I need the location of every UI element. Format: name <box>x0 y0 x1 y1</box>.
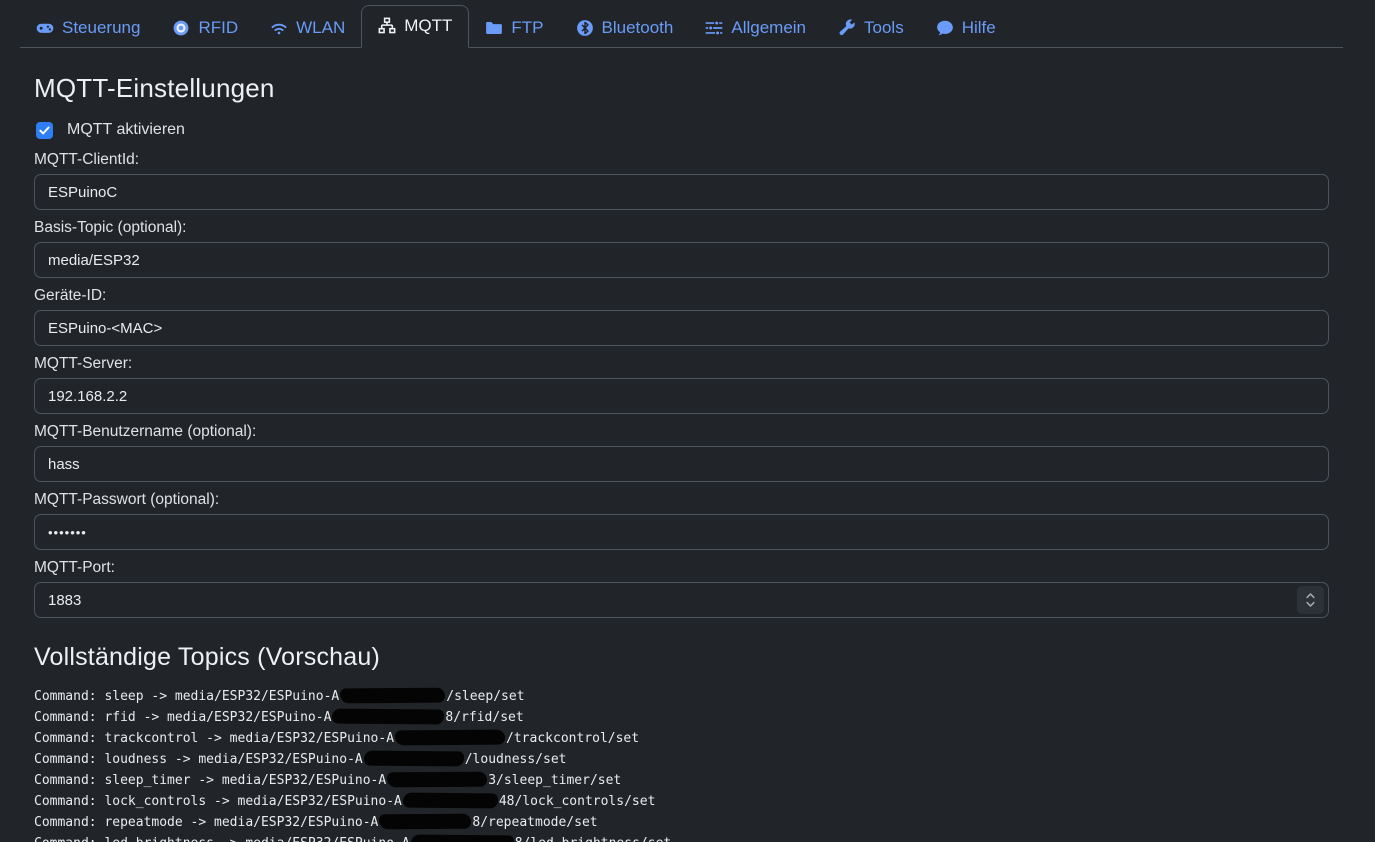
redaction-mark <box>379 813 471 829</box>
tab-mqtt-link[interactable]: MQTT <box>361 5 469 48</box>
passwort-input[interactable] <box>34 514 1329 550</box>
field-port: MQTT-Port: <box>34 559 1329 618</box>
field-basistopic: Basis-Topic (optional): <box>34 219 1329 278</box>
tab-label: Allgemein <box>731 18 806 38</box>
redaction-mark <box>387 771 487 787</box>
topics-preview-block: Command: sleep -> media/ESP32/ESPuino-A/… <box>34 686 1329 842</box>
tab-label: MQTT <box>404 16 452 36</box>
redaction-mark <box>364 750 464 766</box>
mqtt-enable-checkbox[interactable] <box>36 122 53 139</box>
tab-allgemein-link[interactable]: Allgemein <box>689 9 822 47</box>
redaction-mark <box>332 708 444 724</box>
main-nav: Steuerung RFID WLAN <box>20 0 1343 48</box>
tab-label: Hilfe <box>962 18 996 38</box>
spinner-chevrons-icon <box>1305 591 1316 609</box>
tab-label: Steuerung <box>62 18 140 38</box>
port-label: MQTT-Port: <box>34 559 1329 577</box>
server-input[interactable] <box>34 378 1329 414</box>
field-server: MQTT-Server: <box>34 355 1329 414</box>
tab-hilfe: Hilfe <box>920 9 1012 47</box>
wrench-icon <box>838 19 856 37</box>
check-icon <box>39 125 50 136</box>
tab-mqtt: MQTT <box>361 5 469 47</box>
tab-tools: Tools <box>822 9 920 47</box>
benutzername-input[interactable] <box>34 446 1329 482</box>
redaction-mark <box>403 792 498 808</box>
field-geraeteid: Geräte-ID: <box>34 287 1329 346</box>
tab-wlan-link[interactable]: WLAN <box>254 9 361 47</box>
topics-preview-title: Vollständige Topics (Vorschau) <box>34 643 1329 672</box>
port-input[interactable] <box>34 582 1329 618</box>
redaction-mark <box>340 687 445 703</box>
topic-line: Command: led_brightness -> media/ESP32/E… <box>34 833 1329 842</box>
basistopic-input[interactable] <box>34 242 1329 278</box>
benutzername-label: MQTT-Benutzername (optional): <box>34 423 1329 441</box>
topic-line: Command: rfid -> media/ESP32/ESPuino-A8/… <box>34 707 1329 728</box>
redaction-mark <box>395 729 505 745</box>
topic-line: Command: repeatmode -> media/ESP32/ESPui… <box>34 812 1329 833</box>
mqtt-settings-panel: MQTT-Einstellungen MQTT aktivieren MQTT-… <box>20 73 1343 842</box>
tab-bluetooth-link[interactable]: Bluetooth <box>560 9 690 47</box>
redaction-mark <box>411 834 514 842</box>
clientid-input[interactable] <box>34 174 1329 210</box>
geraeteid-label: Geräte-ID: <box>34 287 1329 305</box>
tab-label: Tools <box>864 18 904 38</box>
tab-steuerung: Steuerung <box>20 9 156 47</box>
tab-hilfe-link[interactable]: Hilfe <box>920 9 1012 47</box>
topic-line: Command: trackcontrol -> media/ESP32/ESP… <box>34 728 1329 749</box>
field-benutzername: MQTT-Benutzername (optional): <box>34 423 1329 482</box>
number-spinner[interactable] <box>1297 586 1324 614</box>
gamepad-icon <box>36 19 54 37</box>
tab-ftp: FTP <box>469 9 559 47</box>
tab-tools-link[interactable]: Tools <box>822 9 920 47</box>
tab-label: WLAN <box>296 18 345 38</box>
page-title: MQTT-Einstellungen <box>34 73 1329 104</box>
mqtt-enable-row: MQTT aktivieren <box>36 121 1327 139</box>
topic-line: Command: sleep -> media/ESP32/ESPuino-A/… <box>34 686 1329 707</box>
passwort-label: MQTT-Passwort (optional): <box>34 491 1329 509</box>
field-passwort: MQTT-Passwort (optional): <box>34 491 1329 550</box>
mqtt-enable-label: MQTT aktivieren <box>67 121 185 139</box>
diagram-icon <box>378 17 396 35</box>
topic-line: Command: sleep_timer -> media/ESP32/ESPu… <box>34 770 1329 791</box>
clientid-label: MQTT-ClientId: <box>34 151 1329 169</box>
rfid-tag-icon <box>172 19 190 37</box>
chat-icon <box>936 19 954 37</box>
tab-rfid-link[interactable]: RFID <box>156 9 254 47</box>
tab-allgemein: Allgemein <box>689 9 822 47</box>
tab-steuerung-link[interactable]: Steuerung <box>20 9 156 47</box>
tab-bluetooth: Bluetooth <box>560 9 690 47</box>
tab-label: FTP <box>511 18 543 38</box>
tab-label: RFID <box>198 18 238 38</box>
server-label: MQTT-Server: <box>34 355 1329 373</box>
tab-rfid: RFID <box>156 9 254 47</box>
folder-icon <box>485 19 503 37</box>
tab-wlan: WLAN <box>254 9 361 47</box>
wifi-icon <box>270 19 288 37</box>
tab-label: Bluetooth <box>602 18 674 38</box>
topic-line: Command: loudness -> media/ESP32/ESPuino… <box>34 749 1329 770</box>
geraeteid-input[interactable] <box>34 310 1329 346</box>
topic-line: Command: lock_controls -> media/ESP32/ES… <box>34 791 1329 812</box>
sliders-icon <box>705 19 723 37</box>
field-clientid: MQTT-ClientId: <box>34 151 1329 210</box>
tab-ftp-link[interactable]: FTP <box>469 9 559 47</box>
bluetooth-icon <box>576 19 594 37</box>
basistopic-label: Basis-Topic (optional): <box>34 219 1329 237</box>
page-container: Steuerung RFID WLAN <box>20 0 1343 842</box>
